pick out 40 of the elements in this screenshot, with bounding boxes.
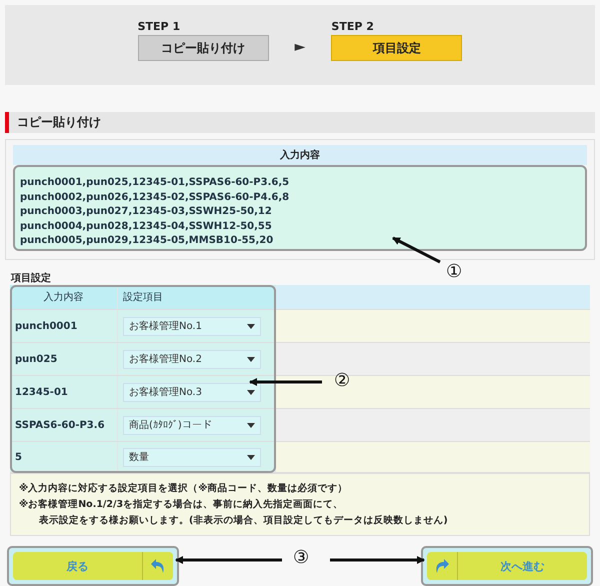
step-box: 項目設定: [331, 35, 462, 62]
step-label: STEP 1: [138, 20, 182, 34]
input-line: punch0001,pun025,12345-01,SSPAS6-60-P3.6,5: [20, 177, 290, 190]
caret-icon: [247, 390, 255, 394]
note-text: ※お客様管理No.1/2/3を指定する場合は、事前に納入先指定画面にて、: [19, 498, 344, 511]
callout-number: ②: [334, 372, 350, 390]
input-line: punch0005,pun029,12345-05,MMSB10-55,20: [20, 235, 274, 248]
input-line: punch0002,pun026,12345-02,SSPAS6-60-P4.6,8: [20, 192, 290, 204]
setting-dropdown[interactable]: 商品(ｶﾀﾛｸﾞ)コード: [123, 416, 261, 434]
caret-icon: [247, 356, 255, 362]
table-cell: SSPAS6-60-P3.6: [10, 409, 118, 441]
table-cell: pun025: [10, 343, 118, 375]
callout-number: ①: [446, 263, 462, 281]
caret-icon: [247, 324, 255, 328]
table-cell: 12345-01: [10, 376, 118, 408]
input-line: punch0004,pun028,12345-04,SSWH12-50,55: [20, 220, 273, 233]
setting-dropdown[interactable]: 数量: [123, 448, 261, 466]
setting-dropdown[interactable]: お客様管理No.3: [123, 382, 261, 402]
input-line: punch0003,pun027,12345-03,SSWH25-50,12: [20, 206, 273, 218]
note-text: ※入力内容に対応する設定項目を選択（※商品コード、数量は必須です）: [19, 482, 348, 495]
step-label: STEP 2: [331, 20, 375, 34]
redo-arrow-icon: [434, 558, 450, 574]
caret-icon: [247, 422, 255, 428]
table-cell: punch0001: [10, 310, 118, 342]
column-header: 入力内容: [10, 285, 118, 309]
input-heading: 入力内容: [13, 145, 587, 165]
table-cell: 5: [10, 442, 118, 472]
caret-icon: [247, 454, 255, 460]
input-textarea[interactable]: [13, 165, 587, 251]
setting-dropdown[interactable]: お客様管理No.1: [123, 316, 261, 336]
step-arrow: ►: [294, 39, 306, 56]
setting-dropdown[interactable]: お客様管理No.2: [123, 350, 261, 368]
undo-arrow-icon: [150, 558, 166, 574]
callout-arrow: [392, 236, 441, 264]
step-box: コピー貼り付け: [138, 35, 269, 62]
note-text: 表示設定をする様お願いします。(非表示の場合、項目設定してもデータは反映数しません): [38, 514, 449, 527]
mapping-title: 項目設定: [11, 271, 52, 285]
section-title: コピー貼り付け: [17, 114, 101, 132]
column-header: 設定項目: [118, 285, 276, 309]
callout-number: ③: [293, 549, 310, 567]
